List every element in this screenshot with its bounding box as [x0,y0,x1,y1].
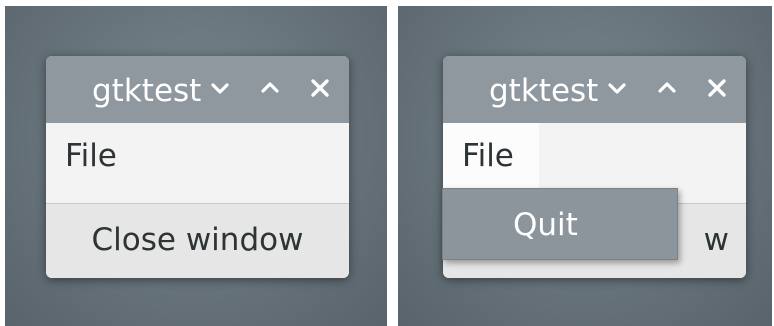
close-icon[interactable] [705,76,729,100]
menu-file[interactable]: File [443,123,539,189]
desktop-panel-left: gtktest File Close window [5,6,387,326]
window-title: gtktest [489,73,599,109]
menu-file-label: File [65,138,117,174]
close-window-button-label: Close window [91,222,304,258]
chevron-down-icon[interactable] [208,76,232,100]
chevron-up-icon[interactable] [655,76,679,100]
close-icon[interactable] [308,76,332,100]
title-bar[interactable]: gtktest [443,56,746,123]
chevron-up-icon[interactable] [258,76,282,100]
menu-item-quit-label: Quit [513,207,578,243]
menu-file-label: File [462,138,514,174]
title-bar[interactable]: gtktest [46,56,349,123]
desktop-panel-right: gtktest File w Quit [398,6,772,326]
window-title: gtktest [92,73,202,109]
menu-bar: File [46,123,349,203]
close-window-button[interactable]: Close window [46,203,349,278]
file-popup-menu: Quit [442,188,678,260]
menu-file[interactable]: File [46,123,142,189]
chevron-down-icon[interactable] [605,76,629,100]
app-window: gtktest File Close window [46,56,349,278]
menu-item-quit[interactable]: Quit [443,189,677,259]
